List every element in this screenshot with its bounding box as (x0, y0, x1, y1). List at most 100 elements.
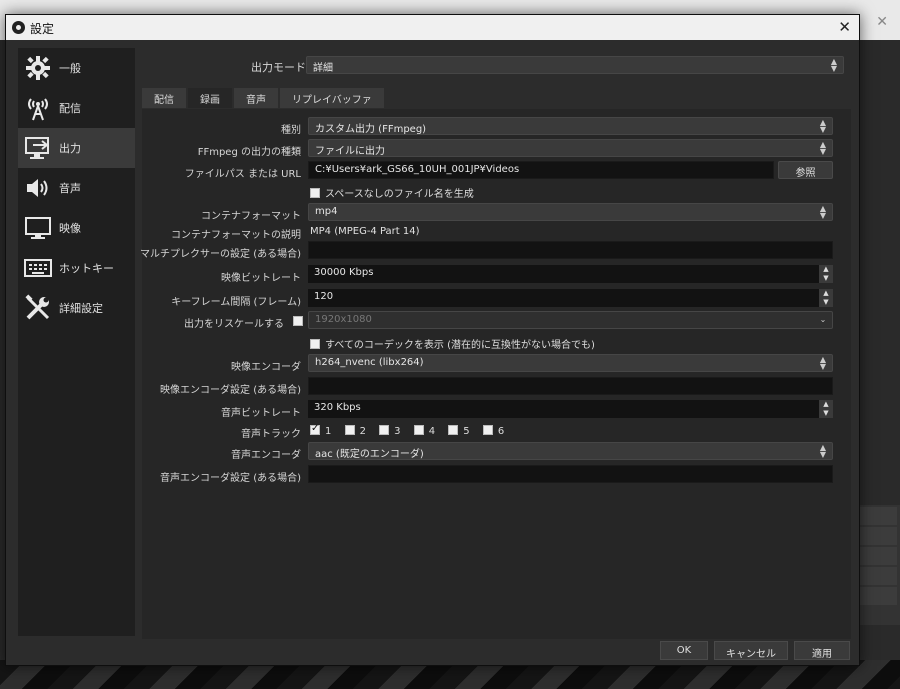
video-encoder-select[interactable]: h264_nvenc (libx264) ▲ ▼ (308, 354, 833, 372)
audio-encoder-value: aac (既定のエンコーダ) (315, 449, 424, 460)
sidebar-item-hotkeys[interactable]: ホットキー (18, 248, 135, 288)
video-encoder-settings-input[interactable] (308, 377, 833, 395)
checkbox-box[interactable] (379, 425, 390, 435)
checkbox-box[interactable] (310, 339, 320, 349)
sidebar-item-audio[interactable]: 音声 (18, 168, 135, 208)
audio-bitrate-label: 音声ビットレート (221, 408, 301, 419)
audio-encoder-select[interactable]: aac (既定のエンコーダ) ▲ ▼ (308, 442, 833, 460)
video-encoder-label: 映像エンコーダ (231, 362, 301, 373)
show-all-codecs-checkbox[interactable]: すべてのコーデックを表示 (潜在的に互換性がない場合でも) (310, 336, 595, 351)
video-bitrate-spinbox[interactable]: 30000 Kbps ▲ ▼ (308, 265, 833, 283)
updown-arrows-icon: ▲ ▼ (830, 57, 838, 73)
audio-track-list: 1 2 3 4 5 6 (310, 423, 514, 437)
sidebar-item-label: 出力 (59, 142, 81, 155)
updown-arrows-icon: ▲ ▼ (819, 204, 827, 220)
checkbox-box[interactable] (310, 423, 320, 435)
close-icon[interactable]: ✕ (838, 18, 851, 36)
track-number: 4 (428, 426, 436, 437)
audio-encoder-settings-input[interactable] (308, 465, 833, 483)
container-format-select[interactable]: mp4 ▲ ▼ (308, 203, 833, 221)
container-format-label: コンテナフォーマット (201, 211, 301, 222)
sidebar-item-label: 詳細設定 (59, 302, 103, 315)
sidebar-item-label: 音声 (59, 182, 81, 195)
audio-track-5[interactable]: 5 (448, 425, 470, 437)
checkbox-label: スペースなしのファイル名を生成 (325, 189, 474, 200)
no-space-filename-checkbox[interactable]: スペースなしのファイル名を生成 (310, 185, 474, 200)
container-desc-label: コンテナフォーマットの説明 (171, 230, 301, 241)
file-path-input[interactable]: C:¥Users¥ark_GS66_10UH_001JP¥Videos (308, 161, 774, 179)
tab-replay-buffer[interactable]: リプレイバッファ (280, 88, 384, 108)
checkbox-box[interactable] (344, 425, 355, 435)
browse-button[interactable]: 参照 (778, 161, 833, 179)
dialog-title: 設定 (30, 22, 55, 36)
monitor-output-icon (23, 134, 53, 162)
audio-track-3[interactable]: 3 (379, 425, 401, 437)
ffmpeg-output-type-label: FFmpeg の出力の種類 (197, 147, 301, 158)
output-mode-label: 出力モード (251, 61, 306, 74)
sidebar-item-output[interactable]: 出力 (18, 128, 135, 168)
apply-button[interactable]: 適用 (794, 641, 850, 660)
muxer-settings-input[interactable] (308, 241, 833, 259)
sidebar-item-stream[interactable]: 配信 (18, 88, 135, 128)
sidebar-item-advanced[interactable]: 詳細設定 (18, 288, 135, 328)
container-format-value: mp4 (315, 206, 338, 217)
track-number: 5 (463, 426, 470, 437)
tab-recording[interactable]: 録画 (188, 88, 232, 108)
track-number: 3 (394, 426, 401, 437)
checkbox-box[interactable] (310, 188, 320, 198)
obs-logo-icon (12, 21, 25, 34)
rescale-checkbox[interactable] (293, 316, 303, 326)
chevron-down-icon: ⌄ (819, 315, 827, 324)
updown-arrows-icon: ▲ ▼ (819, 443, 827, 459)
ffmpeg-output-type-value: ファイルに出力 (315, 146, 385, 157)
ffmpeg-output-type-select[interactable]: ファイルに出力 ▲ ▼ (308, 139, 833, 157)
audio-track-6[interactable]: 6 (482, 425, 505, 437)
type-select[interactable]: カスタム出力 (FFmpeg) ▲ ▼ (308, 117, 833, 135)
spin-arrows-icon[interactable]: ▲ ▼ (819, 265, 833, 283)
settings-sidebar: 一般 配信 出力 音声 映像 ホットキー 詳細設定 (18, 48, 135, 636)
output-mode-select[interactable]: 詳細 ▲ ▼ (306, 56, 844, 74)
broadcast-icon (23, 94, 53, 122)
sidebar-item-label: 配信 (59, 102, 81, 115)
tab-audio[interactable]: 音声 (234, 88, 278, 108)
video-bitrate-value: 30000 Kbps (314, 267, 374, 278)
sidebar-item-label: 一般 (59, 62, 81, 75)
video-encoder-settings-label: 映像エンコーダ設定 (ある場合) (160, 385, 301, 396)
speaker-icon (23, 174, 53, 202)
updown-arrows-icon: ▲ ▼ (819, 355, 827, 371)
settings-dialog: 設定 ✕ 一般 配信 出力 音声 映像 ホットキー 詳細設定 出力モード 詳細 … (5, 14, 860, 666)
rescale-select: 1920x1080 ⌄ (308, 311, 833, 329)
keyboard-icon (23, 254, 53, 282)
tab-streaming[interactable]: 配信 (142, 88, 186, 108)
track-number: 2 (359, 426, 366, 437)
video-encoder-value: h264_nvenc (libx264) (315, 357, 424, 368)
background-close-icon[interactable]: ✕ (876, 14, 888, 30)
cancel-button[interactable]: キャンセル (714, 641, 788, 660)
keyframe-interval-spinbox[interactable]: 120 ▲ ▼ (308, 289, 833, 307)
track-number: 1 (325, 426, 332, 437)
audio-encoder-label: 音声エンコーダ (231, 450, 301, 461)
audio-bitrate-spinbox[interactable]: 320 Kbps ▲ ▼ (308, 400, 833, 418)
checkbox-box[interactable] (448, 425, 459, 435)
file-path-label: ファイルパス または URL (184, 169, 301, 180)
checkbox-box[interactable] (413, 425, 424, 435)
spin-arrows-icon[interactable]: ▲ ▼ (819, 289, 833, 307)
track-number: 6 (497, 426, 505, 437)
sidebar-item-general[interactable]: 一般 (18, 48, 135, 88)
spin-arrows-icon[interactable]: ▲ ▼ (819, 400, 833, 418)
updown-arrows-icon: ▲ ▼ (819, 140, 827, 156)
sidebar-item-video[interactable]: 映像 (18, 208, 135, 248)
display-icon (23, 214, 53, 242)
video-bitrate-label: 映像ビットレート (221, 273, 301, 284)
type-value: カスタム出力 (FFmpeg) (315, 124, 427, 135)
audio-track-1[interactable]: 1 (310, 423, 332, 437)
audio-track-2[interactable]: 2 (344, 425, 366, 437)
checkbox-box[interactable] (482, 425, 493, 435)
keyframe-interval-label: キーフレーム間隔 (フレーム) (171, 297, 301, 308)
ok-button[interactable]: OK (660, 641, 708, 660)
audio-track-4[interactable]: 4 (413, 425, 436, 437)
rescale-value: 1920x1080 (315, 314, 372, 325)
audio-bitrate-value: 320 Kbps (314, 402, 361, 413)
background-panel-strip (855, 505, 900, 625)
dialog-titlebar: 設定 ✕ (6, 15, 859, 40)
